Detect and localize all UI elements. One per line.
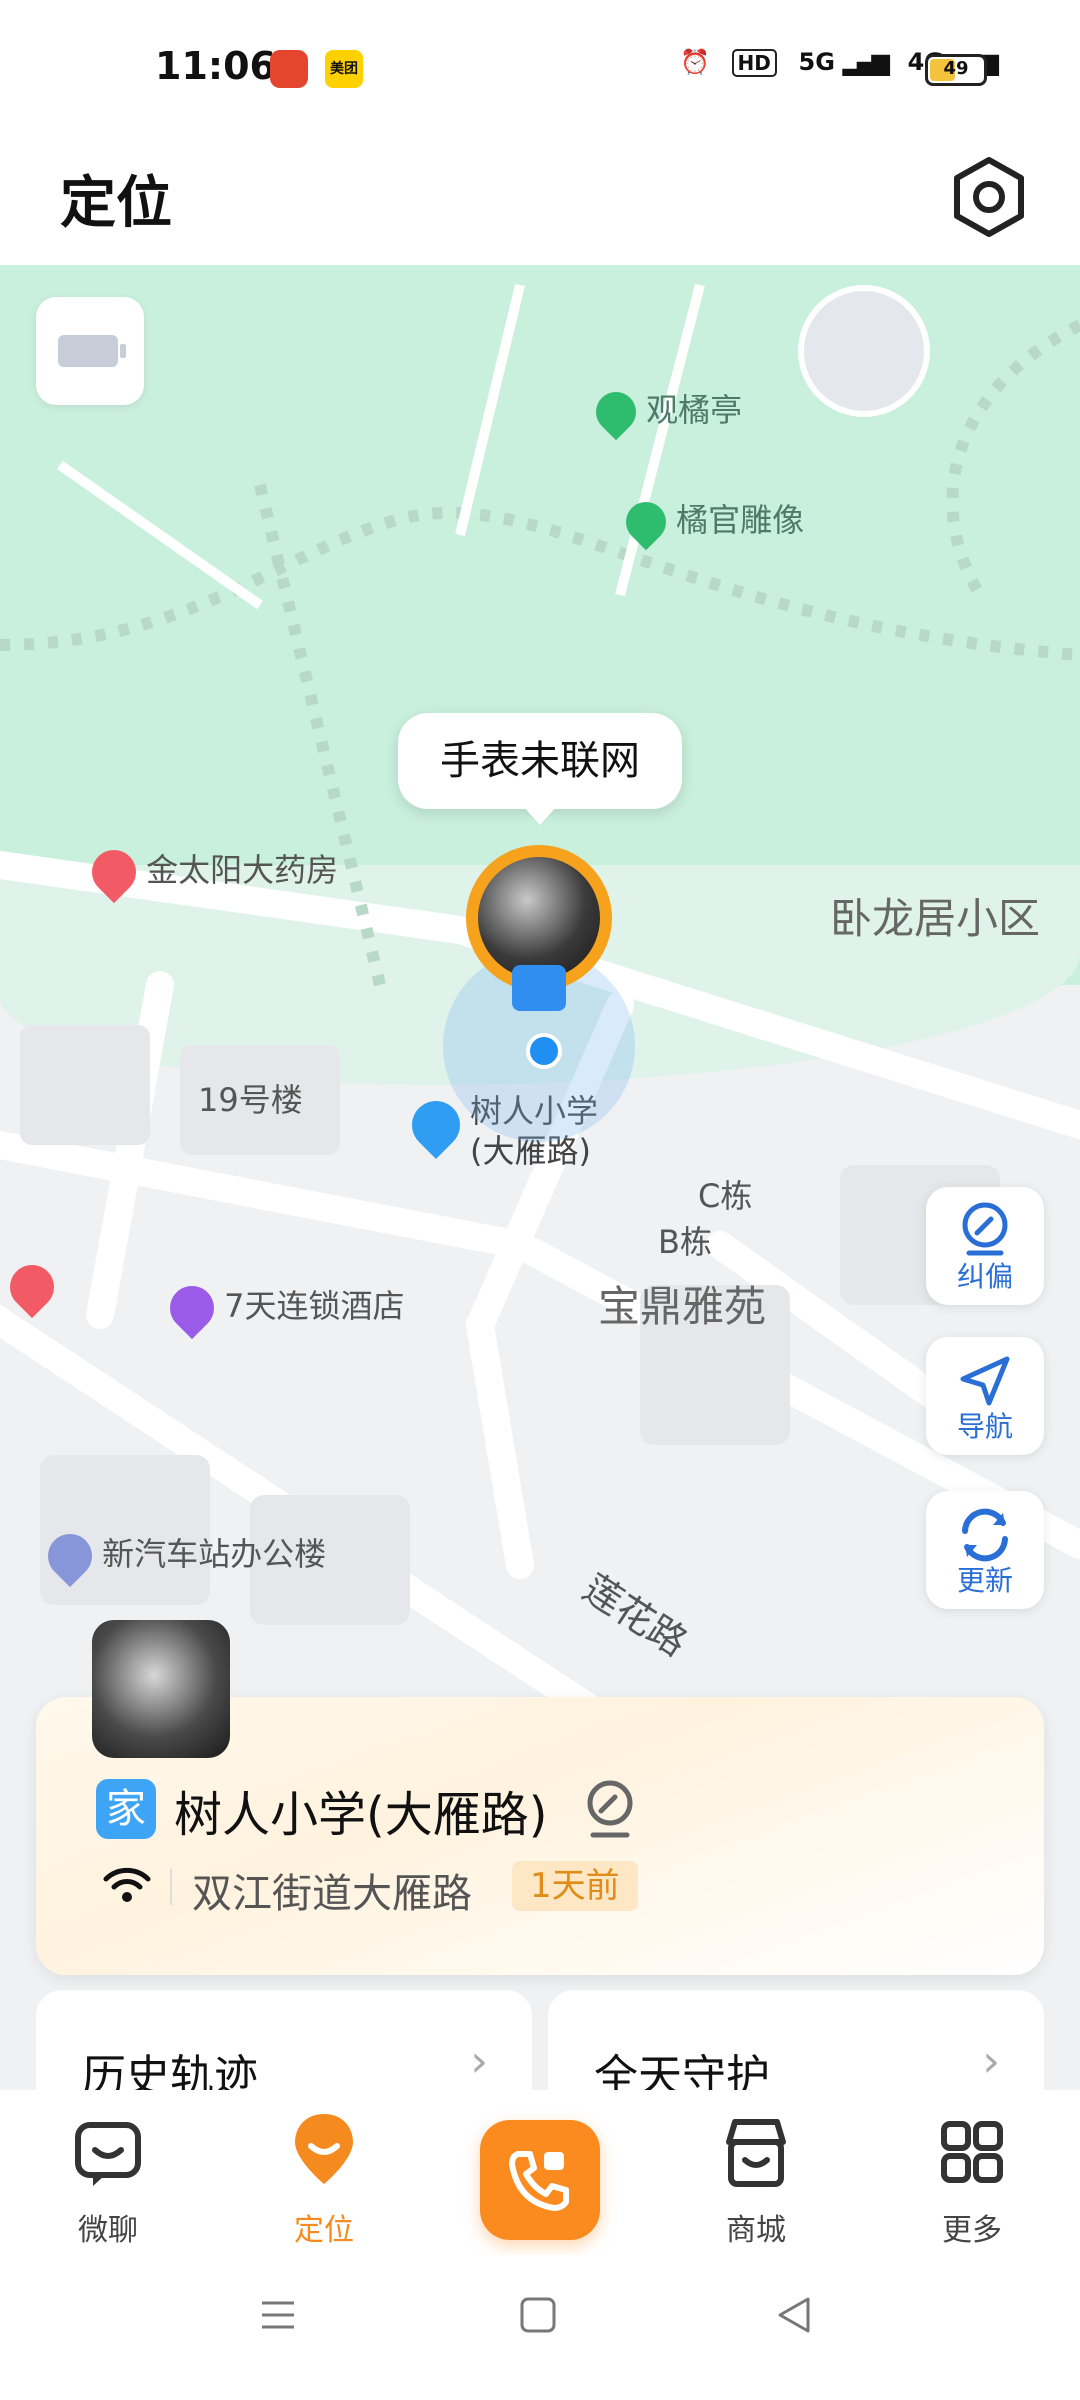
hd-indicator: HD bbox=[731, 49, 777, 77]
correct-location-button[interactable]: 纠偏 bbox=[926, 1187, 1044, 1305]
bottom-navigation: 微聊 定位 商城 更多 bbox=[0, 2090, 1080, 2255]
pharmacy-icon bbox=[0, 1255, 64, 1319]
alarm-icon: ⏰ bbox=[680, 48, 710, 76]
divider bbox=[170, 1869, 172, 1905]
status-time: 11:06 bbox=[155, 44, 276, 88]
poi-guanju-pavilion[interactable]: 观橘亭 bbox=[587, 383, 742, 441]
wifi-icon bbox=[103, 1867, 151, 1902]
nav-locate[interactable]: 定位 bbox=[254, 2090, 394, 2255]
store-icon bbox=[726, 2119, 786, 2187]
location-pin-icon bbox=[295, 2114, 353, 2184]
hotel-icon bbox=[160, 1276, 224, 1340]
video-call-button[interactable] bbox=[480, 2120, 600, 2240]
poi-building-19[interactable]: 19号楼 bbox=[198, 1075, 303, 1121]
poi-baoding-yayuan[interactable]: 宝鼎雅苑 bbox=[598, 1273, 766, 1334]
refresh-button[interactable]: 更新 bbox=[926, 1491, 1044, 1609]
gear-icon bbox=[954, 157, 1024, 237]
poi-7days-hotel[interactable]: 7天连锁酒店 bbox=[160, 1276, 405, 1340]
refresh-label: 更新 bbox=[956, 1564, 1013, 1597]
guardian-avatar[interactable] bbox=[798, 285, 930, 417]
nav-chat-label: 微聊 bbox=[78, 2213, 138, 2248]
child-photo-thumbnail[interactable] bbox=[92, 1620, 230, 1758]
poi-new-bus-station-office[interactable]: 新汽车站办公楼 bbox=[38, 1524, 326, 1588]
phone-video-icon bbox=[509, 2151, 569, 2211]
navigation-arrow-icon bbox=[960, 1356, 1010, 1406]
correct-label: 纠偏 bbox=[956, 1260, 1013, 1293]
navigate-button[interactable]: 导航 bbox=[926, 1337, 1044, 1455]
signal-icon-1: ▂▄▆ bbox=[842, 48, 890, 76]
network-5g: 5G bbox=[798, 48, 835, 76]
location-street: 双江街道大雁路 bbox=[192, 1871, 472, 1917]
park-icon bbox=[617, 493, 675, 551]
page-title: 定位 bbox=[60, 171, 172, 236]
nav-more-label: 更多 bbox=[942, 2213, 1002, 2248]
location-dot bbox=[526, 1033, 562, 1069]
last-update-badge: 1天前 bbox=[512, 1861, 638, 1911]
poi-jintaiyang-pharmacy[interactable]: 金太阳大药房 bbox=[82, 840, 338, 904]
edit-pin-icon bbox=[962, 1202, 1008, 1256]
edit-location-icon[interactable] bbox=[581, 1779, 639, 1841]
nav-more[interactable]: 更多 bbox=[902, 2090, 1042, 2255]
pharmacy-icon bbox=[82, 840, 146, 904]
history-track-tile[interactable]: 历史轨迹 › bbox=[36, 1990, 532, 2102]
nav-mall[interactable]: 商城 bbox=[686, 2090, 826, 2255]
status-bar: 11:06 美团 ⏰ HD 5G ▂▄▆ 4G ▂▄▆ 49 bbox=[0, 0, 1080, 130]
navigate-label: 导航 bbox=[956, 1410, 1013, 1443]
nav-mall-label: 商城 bbox=[726, 2213, 786, 2248]
battery-level: 49 bbox=[943, 58, 969, 79]
back-triangle-icon[interactable] bbox=[774, 2295, 814, 2335]
poi-building-b[interactable]: B栋 bbox=[658, 1217, 712, 1263]
refresh-icon bbox=[962, 1508, 1008, 1562]
nav-chat[interactable]: 微聊 bbox=[38, 2090, 178, 2255]
poi-juguan-statue[interactable]: 橘官雕像 bbox=[617, 493, 804, 551]
chevron-right-icon: › bbox=[470, 2036, 488, 2087]
chat-bubble-icon bbox=[75, 2122, 141, 2186]
all-day-guard-tile[interactable]: 全天守护 › bbox=[548, 1990, 1044, 2102]
watch-status-bubble: 手表未联网 bbox=[398, 713, 682, 825]
location-place-name: 树人小学(大雁路) bbox=[174, 1787, 548, 1843]
poi-building-c[interactable]: C栋 bbox=[698, 1171, 752, 1217]
settings-button[interactable] bbox=[944, 152, 1034, 242]
page-header: 定位 bbox=[0, 130, 1080, 265]
watch-clock-icon bbox=[512, 965, 566, 1011]
menu-icon[interactable] bbox=[258, 2295, 298, 2335]
park-icon bbox=[587, 383, 645, 441]
app-notification-icon bbox=[270, 50, 308, 88]
poi-wolongju[interactable]: 卧龙居小区 bbox=[830, 885, 1040, 946]
meituan-notification-icon: 美团 bbox=[325, 50, 363, 88]
watch-battery-button[interactable] bbox=[36, 297, 144, 405]
office-icon bbox=[38, 1524, 102, 1588]
school-icon bbox=[402, 1091, 470, 1159]
home-square-icon[interactable] bbox=[518, 2295, 558, 2335]
grid-icon bbox=[941, 2121, 1003, 2183]
system-navigation-bar bbox=[0, 2255, 1080, 2400]
battery-icon: 49 bbox=[925, 54, 987, 86]
home-tag: 家 bbox=[96, 1779, 156, 1839]
chevron-right-icon: › bbox=[982, 2036, 1000, 2087]
nav-locate-label: 定位 bbox=[294, 2213, 354, 2248]
